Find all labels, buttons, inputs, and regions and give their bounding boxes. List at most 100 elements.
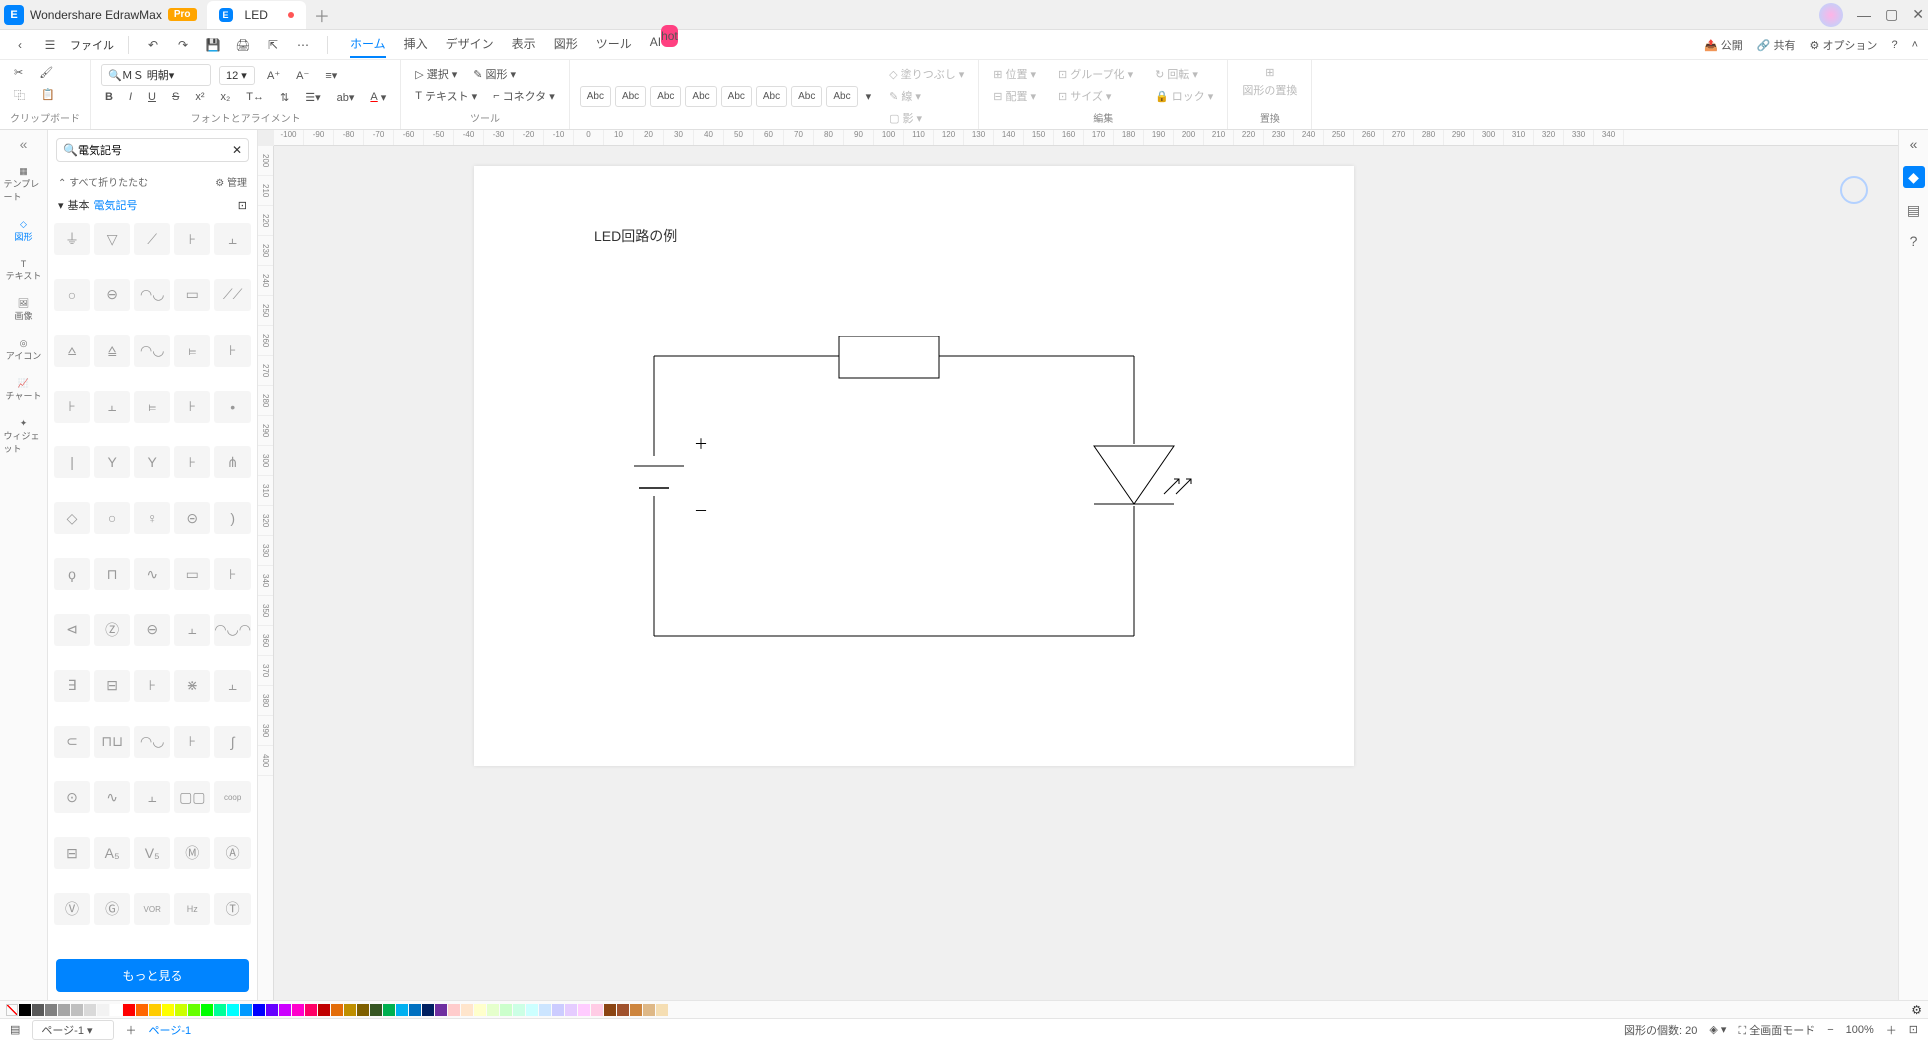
shape-item[interactable]: ◠◡ — [134, 335, 170, 367]
color-swatch[interactable] — [357, 1004, 369, 1016]
color-swatch[interactable] — [461, 1004, 473, 1016]
replace-shape-button[interactable]: ⊞図形の置換 — [1238, 64, 1301, 100]
color-swatch[interactable] — [474, 1004, 486, 1016]
shape-item[interactable]: ϙ — [54, 558, 90, 590]
color-swatch[interactable] — [578, 1004, 590, 1016]
char-spacing-button[interactable]: T↔ — [242, 89, 268, 105]
layers-icon[interactable]: ◈ ▾ — [1709, 1023, 1726, 1036]
new-tab-button[interactable]: ＋ — [314, 3, 330, 27]
style-preset-1[interactable]: Abc — [580, 86, 611, 107]
color-swatch[interactable] — [500, 1004, 512, 1016]
color-swatch[interactable] — [344, 1004, 356, 1016]
shape-item[interactable]: ⊦ — [134, 670, 170, 702]
tab-design[interactable]: デザイン — [446, 31, 494, 58]
color-swatch[interactable] — [448, 1004, 460, 1016]
more-shapes-button[interactable]: もっと見る — [56, 959, 249, 992]
settings-icon[interactable]: ⚙ — [1911, 1003, 1922, 1017]
shape-item[interactable]: ◇ — [54, 502, 90, 534]
fullscreen-button[interactable]: ⛶ 全画面モード — [1738, 1022, 1815, 1038]
style-preset-8[interactable]: Abc — [826, 86, 857, 107]
font-grow-button[interactable]: A⁺ — [263, 67, 284, 84]
file-menu[interactable]: ファイル — [70, 37, 114, 53]
size-button[interactable]: ⊡ サイズ ▾ — [1054, 86, 1137, 106]
rail-image[interactable]: 🖼画像 — [4, 292, 44, 328]
shape-item[interactable]: ⊙ — [54, 781, 90, 813]
shape-item[interactable]: ○ — [54, 279, 90, 311]
shape-item[interactable]: ⫠ — [174, 614, 210, 646]
shape-item[interactable]: ⊦ — [54, 391, 90, 423]
color-swatch[interactable] — [292, 1004, 304, 1016]
color-swatch[interactable] — [58, 1004, 70, 1016]
shape-item[interactable]: ▭ — [174, 558, 210, 590]
shape-item[interactable]: ⊖ — [134, 614, 170, 646]
color-swatch[interactable] — [370, 1004, 382, 1016]
rail-chart[interactable]: 📈チャート — [4, 372, 44, 408]
color-swatch[interactable] — [214, 1004, 226, 1016]
color-swatch[interactable] — [240, 1004, 252, 1016]
line-spacing-button[interactable]: ⇅ — [276, 89, 293, 106]
color-swatch[interactable] — [422, 1004, 434, 1016]
line-button[interactable]: ✎ 線 ▾ — [885, 86, 968, 106]
shape-item[interactable]: ⊟ — [94, 670, 130, 702]
color-swatch[interactable] — [656, 1004, 668, 1016]
shape-item[interactable]: ⊦ — [214, 335, 251, 367]
color-swatch[interactable] — [188, 1004, 200, 1016]
font-family-select[interactable]: 🔍 ＭＳ 明朝 ▾ — [101, 64, 211, 86]
color-swatch[interactable] — [201, 1004, 213, 1016]
ai-orb-icon[interactable] — [1840, 176, 1868, 204]
shape-item[interactable]: ⫠ — [214, 670, 251, 702]
style-panel-icon[interactable]: ◆ — [1903, 166, 1925, 188]
color-swatch[interactable] — [487, 1004, 499, 1016]
shape-item[interactable]: ◠◡ — [134, 726, 170, 758]
text-tool[interactable]: T テキスト ▾ — [411, 86, 481, 106]
shape-item[interactable]: ⟋ — [134, 223, 170, 255]
font-color-button[interactable]: A▾ — [366, 89, 390, 106]
paste-button[interactable]: 📋 — [37, 86, 59, 103]
color-swatch[interactable] — [552, 1004, 564, 1016]
shape-item[interactable]: Ⓩ — [94, 614, 130, 646]
color-swatch[interactable] — [526, 1004, 538, 1016]
select-tool[interactable]: ▷ 選択 ▾ — [411, 64, 461, 84]
minimize-button[interactable]: — — [1857, 7, 1871, 23]
color-swatch[interactable] — [604, 1004, 616, 1016]
add-page-button[interactable]: ＋ — [126, 1022, 137, 1038]
circuit-diagram[interactable]: ＋ － — [634, 336, 1194, 666]
rail-shape[interactable]: ◇図形 — [4, 213, 44, 249]
shape-item[interactable]: ∃ — [54, 670, 90, 702]
shape-item[interactable]: A₅ — [94, 837, 130, 869]
style-preset-3[interactable]: Abc — [650, 86, 681, 107]
strike-button[interactable]: S — [168, 89, 183, 105]
page-list-icon[interactable]: ▤ — [10, 1023, 20, 1036]
shape-item[interactable]: ∿ — [134, 558, 170, 590]
color-swatch[interactable] — [279, 1004, 291, 1016]
shape-item[interactable]: ∿ — [94, 781, 130, 813]
category-expand-icon[interactable]: ⊡ — [238, 199, 247, 212]
zoom-out-button[interactable]: − — [1827, 1024, 1833, 1036]
shape-item[interactable]: ⊝ — [174, 502, 210, 534]
shape-item[interactable]: ⊖ — [94, 279, 130, 311]
rail-icon[interactable]: ◎アイコン — [4, 332, 44, 368]
color-swatch[interactable] — [84, 1004, 96, 1016]
rail-widget[interactable]: ✦ウィジェット — [4, 412, 44, 461]
shape-item[interactable]: ⫠ — [214, 223, 251, 255]
style-preset-2[interactable]: Abc — [615, 86, 646, 107]
shape-item[interactable]: ⊓⊔ — [94, 726, 130, 758]
shape-item[interactable]: ⊓ — [94, 558, 130, 590]
document-tab[interactable]: E LED — [207, 1, 306, 29]
manage-button[interactable]: ⚙ 管理 — [215, 174, 247, 189]
shape-item[interactable]: ⊦ — [174, 391, 210, 423]
shape-item[interactable]: ⋔ — [214, 446, 251, 478]
bold-button[interactable]: B — [101, 89, 117, 105]
rail-template[interactable]: ▦テンプレート — [4, 160, 44, 209]
shape-item[interactable]: ⏚ — [54, 223, 90, 255]
help-panel-icon[interactable]: ? — [1910, 233, 1918, 249]
page[interactable]: LED回路の例 ＋ － — [474, 166, 1354, 766]
shape-item[interactable]: ⊦ — [174, 446, 210, 478]
color-swatch[interactable] — [396, 1004, 408, 1016]
style-preset-4[interactable]: Abc — [685, 86, 716, 107]
redo-button[interactable]: ↷ — [173, 35, 193, 55]
color-swatch[interactable] — [630, 1004, 642, 1016]
shape-item[interactable]: Y — [94, 446, 130, 478]
shape-item[interactable]: V₅ — [134, 837, 170, 869]
color-swatch[interactable] — [565, 1004, 577, 1016]
